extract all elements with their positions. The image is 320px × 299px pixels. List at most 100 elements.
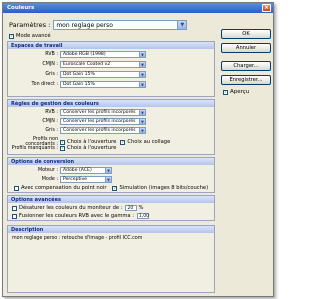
cmyk-policy-row: CMJN : Conserver les profils incorporés … (10, 118, 146, 125)
gray-space-label: Gris : (45, 72, 58, 77)
preview-checkbox[interactable]: ✓ (223, 89, 228, 95)
load-button[interactable]: Charger... (221, 61, 271, 71)
advanced-mode-checkbox[interactable]: ✓ (9, 33, 14, 39)
spot-space-row: Ton direct : Dot Gain 15% ▼ (10, 81, 146, 88)
cancel-button[interactable]: Annuler (221, 43, 271, 53)
chevron-down-icon[interactable]: ▼ (105, 177, 111, 182)
cmyk-space-row: CMJN : Euroscale Coated v2 ▼ (10, 61, 146, 68)
chevron-down-icon[interactable]: ▼ (139, 110, 145, 115)
color-management-policies-panel: Règles de gestion des couleurs RVB : Con… (7, 99, 215, 155)
spot-space-select[interactable]: Dot Gain 15% ▼ (60, 81, 146, 88)
black-point-option[interactable]: Avec compensation du point noir (14, 185, 106, 191)
rgb-space-label: RVB : (45, 52, 58, 57)
window-title: Couleurs (7, 5, 35, 11)
advanced-options-panel: Options avancées Désaturer les couleurs … (7, 195, 215, 221)
advanced-header: Options avancées (8, 196, 214, 203)
mismatch-paste-option[interactable]: ✓ Choix au collage (120, 139, 170, 145)
chevron-down-icon[interactable]: ▼ (177, 21, 187, 29)
chevron-down-icon[interactable]: ▼ (139, 72, 145, 77)
advanced-mode-label: Mode avancé (16, 33, 51, 39)
blend-gamma-input[interactable]: 1,00 (137, 213, 149, 219)
desaturate-label: Désaturer les couleurs du moniteur de : (19, 205, 123, 211)
conversion-header: Options de conversion (8, 158, 214, 165)
chevron-down-icon[interactable]: ▼ (139, 52, 145, 57)
mismatch-open-checkbox[interactable]: ✓ (60, 139, 65, 145)
black-point-label: Avec compensation du point noir (21, 185, 107, 191)
dither-label: Simulation (images 8 bits/couche) (119, 185, 209, 191)
missing-open-label: Choix à l'ouverture (67, 145, 117, 151)
gray-space-row: Gris : Dot Gain 15% ▼ (10, 71, 146, 78)
chevron-down-icon[interactable]: ▼ (139, 128, 145, 133)
rgb-space-value: Adobe RGB (1998) (63, 52, 106, 57)
cmyk-policy-value: Conserver les profils incorporés (63, 119, 136, 124)
engine-select[interactable]: Adobe (ACE) ▼ (60, 167, 112, 174)
blend-gamma-label: Fusionner les couleurs RVB avec le gamma… (19, 213, 135, 219)
cmyk-space-label: CMJN : (42, 62, 58, 67)
rgb-policy-label: RVB : (45, 110, 58, 115)
chevron-down-icon[interactable]: ▼ (105, 168, 111, 173)
preview-option[interactable]: ✓ Aperçu (223, 89, 249, 95)
rgb-policy-value: Conserver les profils incorporés (63, 110, 136, 115)
rgb-space-row: RVB : Adobe RGB (1998) ▼ (10, 51, 146, 58)
intent-row: Mode : Perceptive ▼ (10, 176, 112, 183)
mismatch-paste-label: Choix au collage (127, 139, 171, 145)
working-spaces-header: Espaces de travail (8, 42, 214, 49)
engine-value: Adobe (ACE) (63, 168, 92, 173)
desaturate-row: Désaturer les couleurs du moniteur de : … (12, 205, 143, 211)
description-panel: Description mon reglage perso : retouche… (7, 225, 215, 293)
advanced-mode-option[interactable]: ✓ Mode avancé (9, 33, 51, 39)
settings-dropdown[interactable]: mon reglage perso ▼ (53, 20, 188, 30)
gray-space-value: Dot Gain 15% (63, 72, 95, 77)
working-spaces-panel: Espaces de travail RVB : Adobe RGB (1998… (7, 41, 215, 97)
preview-label: Aperçu (230, 89, 250, 95)
title-bar: Couleurs × (3, 3, 273, 13)
cmyk-policy-label: CMJN : (42, 119, 58, 124)
chevron-down-icon[interactable]: ▼ (139, 62, 145, 67)
gray-policy-value: Conserver les profils incorporés (63, 128, 136, 133)
description-text: mon reglage perso : retouche d'image - p… (12, 236, 143, 241)
rgb-policy-row: RVB : Conserver les profils incorporés ▼ (10, 109, 146, 116)
gray-policy-select[interactable]: Conserver les profils incorporés ▼ (60, 127, 146, 134)
policies-header: Règles de gestion des couleurs (8, 100, 214, 107)
black-point-checkbox[interactable] (14, 185, 19, 191)
engine-row: Moteur : Adobe (ACE) ▼ (10, 167, 112, 174)
cmyk-space-select[interactable]: Euroscale Coated v2 ▼ (60, 61, 146, 68)
intent-select[interactable]: Perceptive ▼ (60, 176, 112, 183)
missing-open-option[interactable]: ✓ Choix à l'ouverture (60, 145, 116, 151)
spot-space-value: Dot Gain 15% (63, 82, 95, 87)
dither-option[interactable]: ✓ Simulation (images 8 bits/couche) (112, 185, 208, 191)
blend-gamma-row: Fusionner les couleurs RVB avec le gamma… (12, 213, 149, 219)
rgb-space-select[interactable]: Adobe RGB (1998) ▼ (60, 51, 146, 58)
mismatch-paste-checkbox[interactable]: ✓ (120, 139, 126, 145)
color-settings-dialog: Couleurs × Paramètres : mon reglage pers… (2, 2, 274, 297)
close-icon[interactable]: × (262, 4, 271, 12)
settings-row: Paramètres : mon reglage perso ▼ (9, 20, 188, 30)
dither-checkbox[interactable]: ✓ (112, 185, 118, 191)
desaturate-checkbox[interactable] (12, 205, 17, 211)
save-button[interactable]: Enregistrer... (221, 75, 271, 85)
description-header: Description (8, 226, 214, 233)
chevron-down-icon[interactable]: ▼ (139, 119, 145, 124)
rgb-policy-select[interactable]: Conserver les profils incorporés ▼ (60, 109, 146, 116)
missing-profiles-row: Profils manquants : ✓ Choix à l'ouvertur… (10, 145, 117, 151)
cmyk-space-value: Euroscale Coated v2 (63, 62, 111, 67)
spot-space-label: Ton direct : (31, 82, 58, 87)
missing-open-checkbox[interactable]: ✓ (60, 145, 65, 151)
ok-button[interactable]: OK (221, 29, 271, 39)
gray-space-select[interactable]: Dot Gain 15% ▼ (60, 71, 146, 78)
engine-label: Moteur : (37, 168, 58, 173)
intent-label: Mode : (41, 177, 58, 182)
cmyk-policy-select[interactable]: Conserver les profils incorporés ▼ (60, 118, 146, 125)
desaturate-unit: % (138, 205, 144, 211)
settings-label: Paramètres : (9, 21, 51, 29)
blend-gamma-checkbox[interactable] (12, 213, 17, 219)
settings-value: mon reglage perso (56, 21, 113, 29)
conversion-checkboxes-row: Avec compensation du point noir ✓ Simula… (14, 185, 208, 191)
chevron-down-icon[interactable]: ▼ (139, 82, 145, 87)
gray-policy-label: Gris : (45, 128, 58, 133)
intent-value: Perceptive (63, 177, 88, 182)
desaturate-input[interactable]: 20 (125, 205, 138, 211)
gray-policy-row: Gris : Conserver les profils incorporés … (10, 127, 146, 134)
conversion-options-panel: Options de conversion Moteur : Adobe (AC… (7, 157, 215, 193)
missing-profiles-label: Profils manquants : (11, 145, 58, 151)
